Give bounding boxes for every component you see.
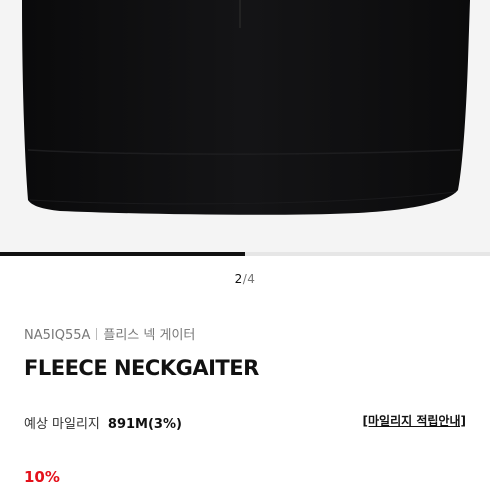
product-code: NA5IQ55A xyxy=(24,328,91,343)
product-image[interactable] xyxy=(0,0,490,256)
pager-total: 4 xyxy=(247,272,256,286)
product-code-line: NA5IQ55A 플리스 넥 게이터 xyxy=(24,324,195,343)
mileage-value: 891M(3%) xyxy=(107,417,182,432)
gallery-progress-fill xyxy=(0,252,245,256)
pager-current: 2 xyxy=(234,272,243,286)
product-photo-graphic xyxy=(22,0,470,215)
product-name-kr: 플리스 넥 게이터 xyxy=(103,328,196,343)
product-title: FLEECE NECKGAITER xyxy=(24,356,259,380)
mileage-guide-link[interactable]: [마일리지 적립안내] xyxy=(363,412,466,429)
gallery-progress-bar xyxy=(0,252,490,256)
discount-rate: 10% xyxy=(24,468,60,486)
mileage-row: 예상 마일리지 891M(3%) xyxy=(24,413,182,432)
mileage-label: 예상 마일리지 xyxy=(24,417,100,432)
gallery-pager: 2/4 xyxy=(0,272,490,286)
divider xyxy=(96,328,98,340)
